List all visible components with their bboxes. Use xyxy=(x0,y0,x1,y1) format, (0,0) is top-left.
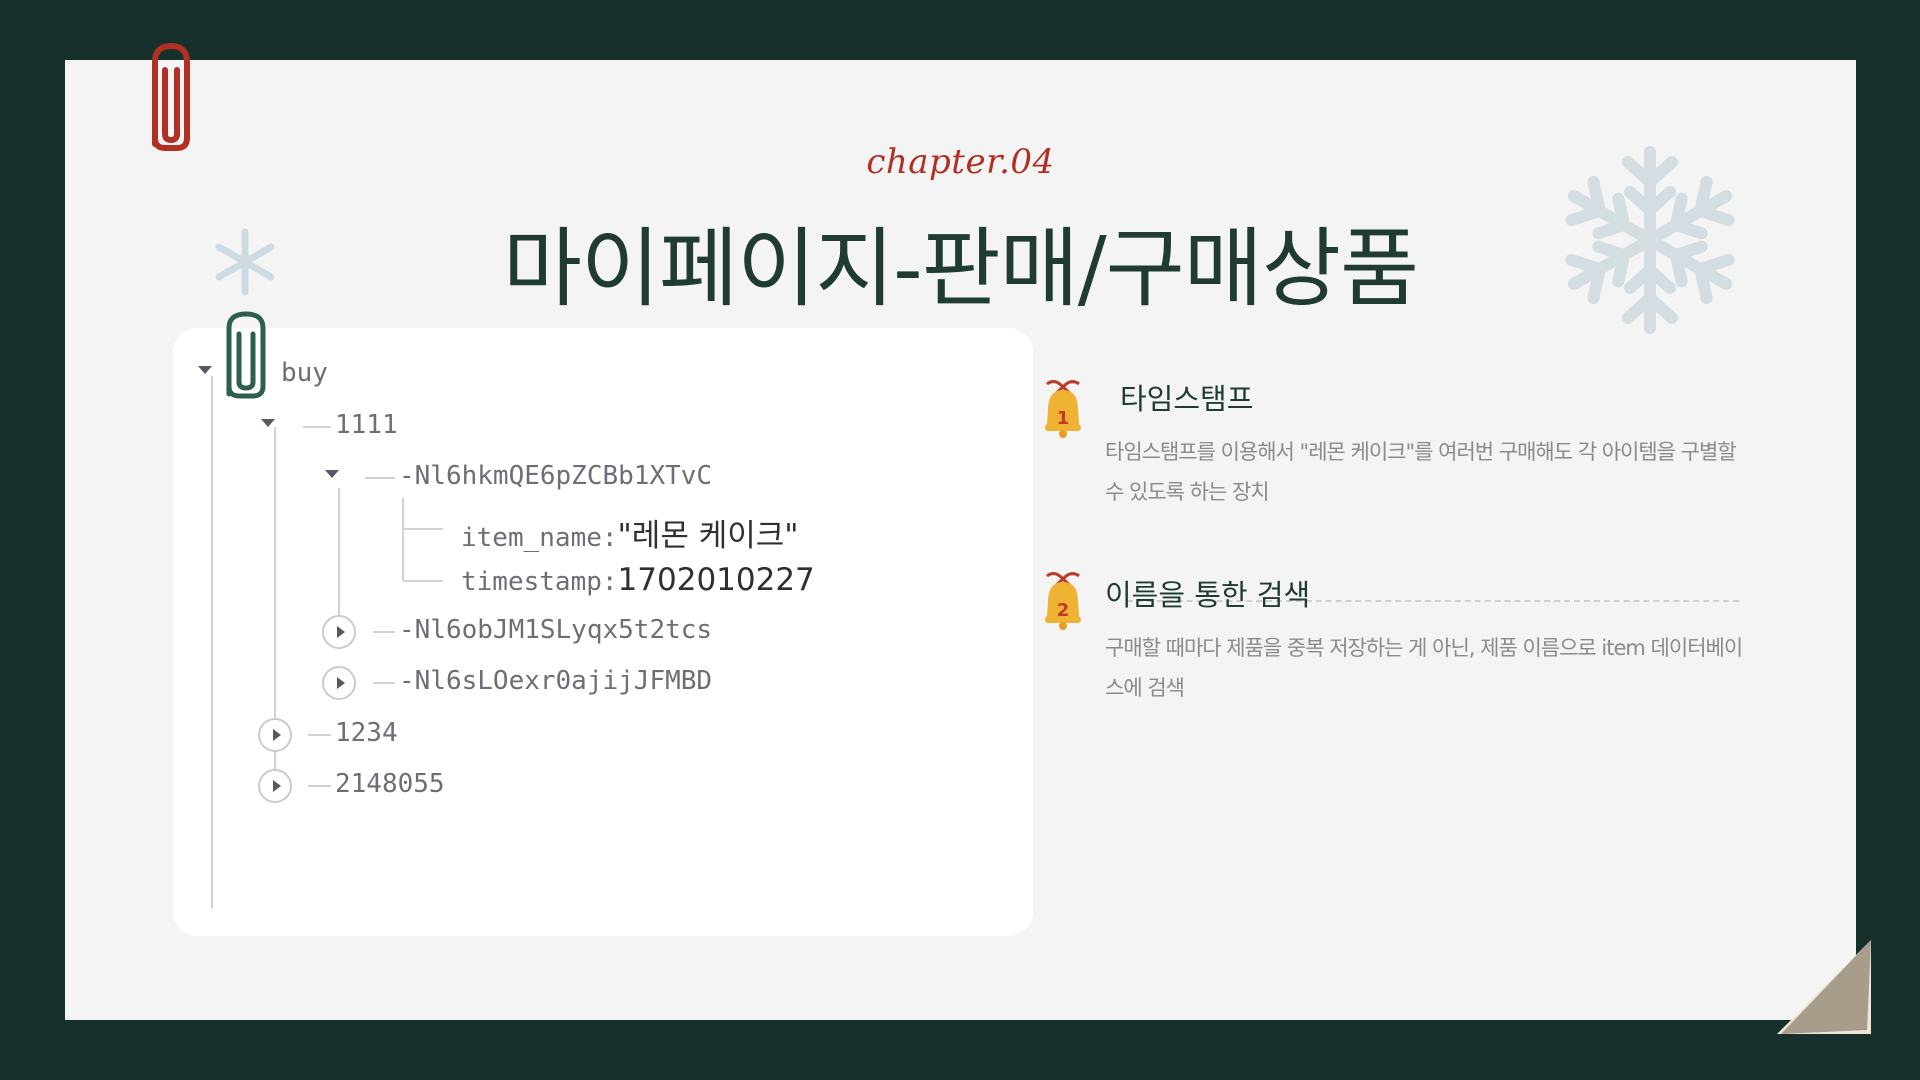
expand-toggle-icon[interactable] xyxy=(258,769,292,803)
tree-node-item-key[interactable]: -Nl6hkmQE6pZCBb1XTvC xyxy=(399,461,712,491)
collapse-caret-icon[interactable] xyxy=(325,470,339,478)
snowflake-icon xyxy=(1550,146,1750,340)
tree-node-user-1111[interactable]: 1111 xyxy=(335,410,398,440)
collapse-caret-icon[interactable] xyxy=(198,366,212,374)
bell-icon: 2 xyxy=(1045,572,1081,630)
tree-node-user-2148055[interactable]: 2148055 xyxy=(335,769,445,799)
feature-description: 타임스탬프를 이용해서 "레몬 케이크"를 여러번 구매해도 각 아이템을 구별… xyxy=(1105,440,1737,504)
bell-icon: 1 xyxy=(1045,380,1081,438)
collapse-caret-icon[interactable] xyxy=(261,419,275,427)
field-value: 1702010227 xyxy=(617,562,815,598)
expand-toggle-icon[interactable] xyxy=(258,718,292,752)
tree-node-item-key[interactable]: -Nl6obJM1SLyqx5t2tcs xyxy=(399,615,712,645)
feature-title: 이름을 통한 검색 xyxy=(1105,578,1311,612)
tree-node-user-1234[interactable]: 1234 xyxy=(335,718,398,748)
feature-title: 타임스탬프 xyxy=(1120,382,1254,416)
expand-toggle-icon[interactable] xyxy=(322,666,356,700)
field-key: item_name: xyxy=(461,523,618,553)
snowflake-small-icon xyxy=(215,228,275,296)
field-key: timestamp: xyxy=(461,567,618,597)
field-value: "레몬 케이크" xyxy=(617,518,799,554)
database-tree-panel: buy 1111 -Nl6hkmQE6pZCBb1XTvC item_name:… xyxy=(173,328,1033,936)
tree-node-item-key[interactable]: -Nl6sLOexr0ajijJFMBD xyxy=(399,666,712,696)
tree-field-item-name[interactable]: item_name:"레몬 케이크" xyxy=(461,510,799,555)
slide: chapter.04 마이페이지-판매/구매상품 buy 1111 -Nl6hk… xyxy=(65,43,1871,1034)
feature-number: 2 xyxy=(1057,600,1070,621)
feature-description: 구매할 때마다 제품을 중복 저장하는 게 아닌, 제품 이름으로 item 데… xyxy=(1105,636,1743,700)
paperclip-red-icon xyxy=(152,43,190,151)
paperclip-green-icon xyxy=(226,311,266,399)
tree-field-timestamp[interactable]: timestamp:1702010227 xyxy=(461,562,815,598)
page-curl-corner xyxy=(1777,940,1871,1034)
tree-node-buy[interactable]: buy xyxy=(281,358,328,388)
feature-number: 1 xyxy=(1057,408,1070,429)
expand-toggle-icon[interactable] xyxy=(322,615,356,649)
